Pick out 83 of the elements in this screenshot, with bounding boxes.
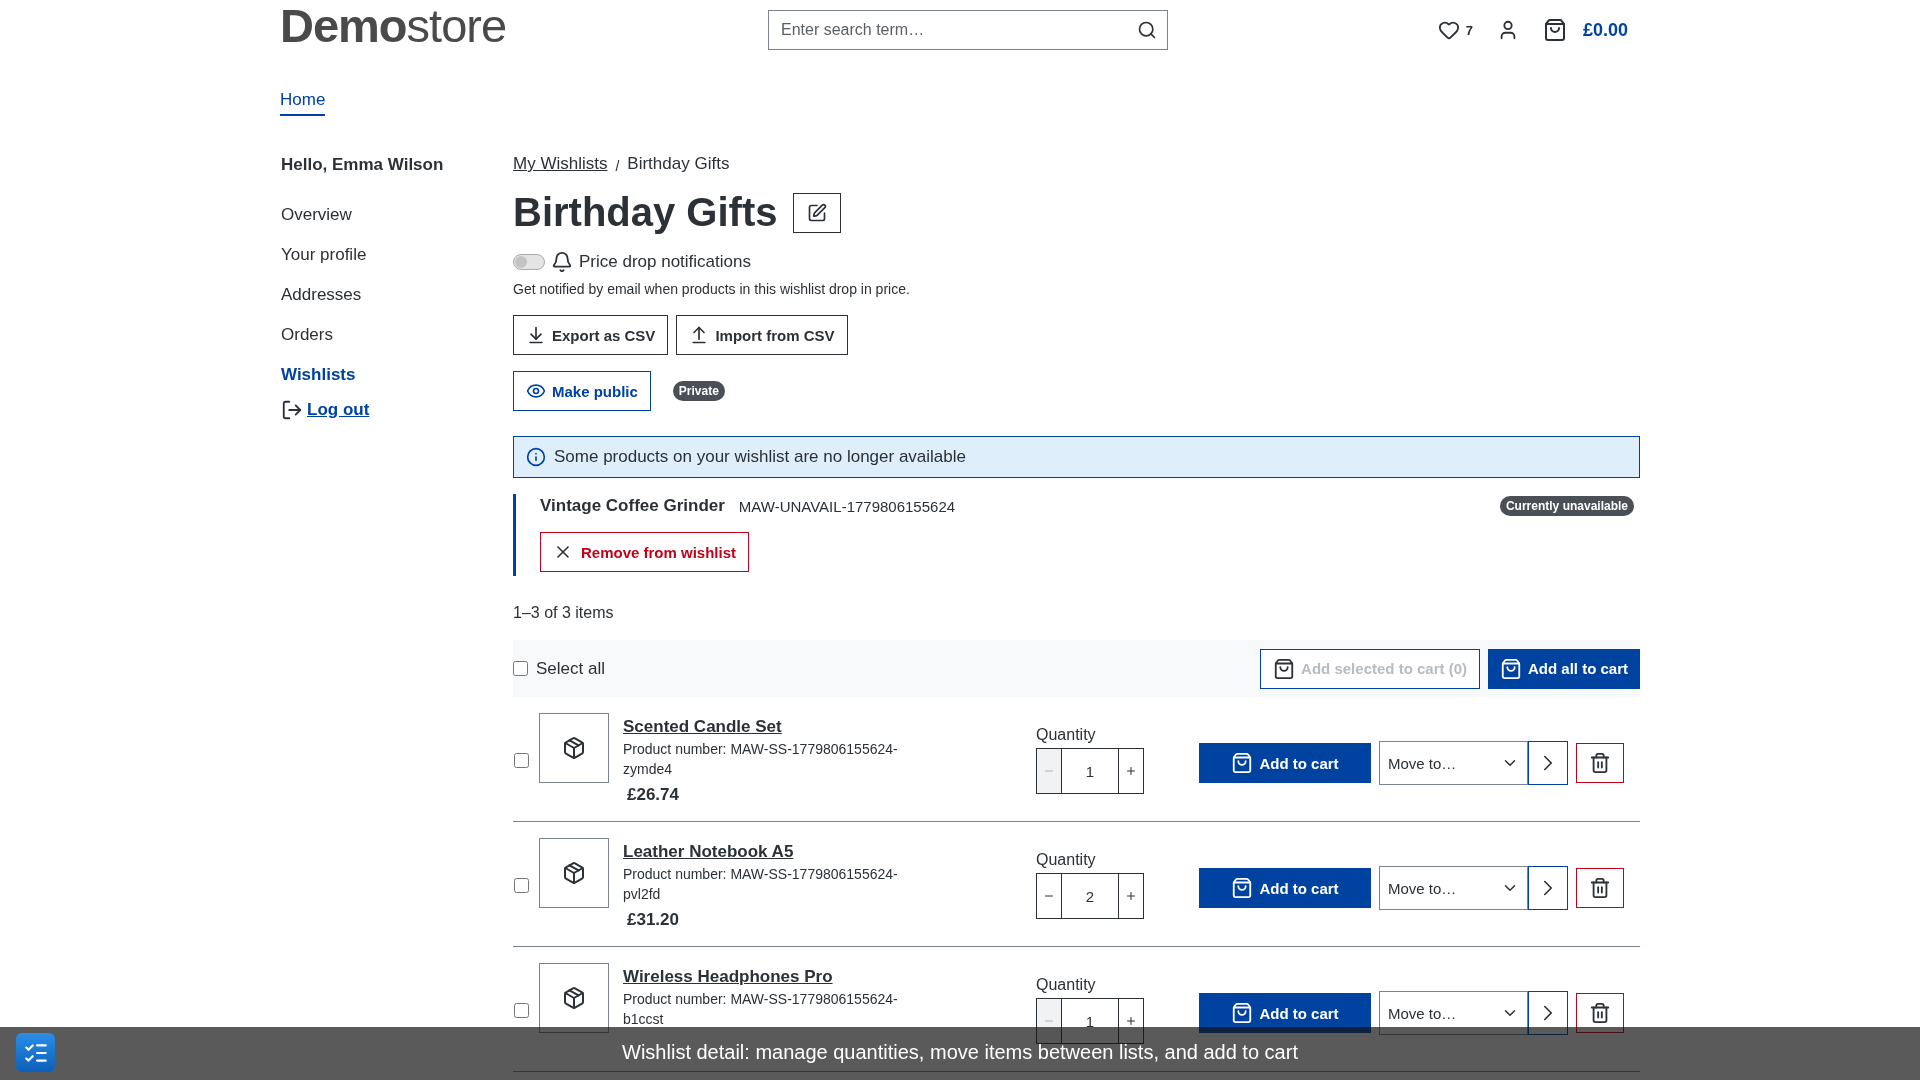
- bag-icon: [1273, 657, 1296, 680]
- notification-toggle[interactable]: [513, 254, 545, 270]
- box-icon: [562, 861, 586, 885]
- move-button[interactable]: [1528, 866, 1568, 910]
- move-button[interactable]: [1528, 741, 1568, 785]
- bag-icon: [1542, 18, 1567, 42]
- greeting: Hello, Emma Wilson: [280, 154, 445, 176]
- trash-icon: [1589, 752, 1611, 774]
- bell-icon: [551, 251, 573, 273]
- quantity-label: Quantity: [1036, 976, 1097, 994]
- search-field[interactable]: Enter search term…: [768, 10, 1168, 50]
- sidebar-item[interactable]: Your profile: [280, 235, 513, 275]
- toggle-description: Get notified by email when products in this wishlist drop in price.: [513, 281, 911, 297]
- item-checkbox[interactable]: [514, 1002, 529, 1018]
- product-number: Product number: MAW-SS-1779806155624-zymde4: [623, 740, 899, 779]
- bag-icon: [1500, 657, 1522, 680]
- sidebar-item[interactable]: Addresses: [280, 275, 513, 315]
- delete-button[interactable]: [1576, 743, 1624, 783]
- product-number: MAW-UNAVAIL-1779806155624: [738, 497, 956, 515]
- sidebar-item[interactable]: Orders: [280, 315, 513, 355]
- box-icon: [562, 736, 586, 760]
- search-icon[interactable]: [1137, 20, 1157, 40]
- select-all-label: Select all: [536, 658, 605, 679]
- sidebar-item[interactable]: Overview: [280, 195, 513, 235]
- item-count: 1–3 of 3 items: [513, 604, 615, 622]
- breadcrumb-link[interactable]: My Wishlists: [513, 154, 608, 174]
- heart-icon: [1437, 19, 1460, 41]
- visibility-badge: Private: [672, 381, 725, 401]
- delete-button[interactable]: [1576, 868, 1624, 908]
- add-all-button[interactable]: Add all to cart: [1488, 648, 1640, 689]
- product-name[interactable]: Scented Candle Set: [623, 717, 923, 737]
- plus-icon: [1125, 890, 1137, 902]
- edit-button[interactable]: [793, 192, 842, 233]
- wishlist-button[interactable]: 7: [1437, 19, 1473, 41]
- product-name[interactable]: Wireless Headphones Pro: [623, 967, 923, 987]
- remove-button[interactable]: Remove from wishlist: [540, 532, 750, 572]
- plus-icon: [1125, 765, 1137, 777]
- bag-icon: [1231, 752, 1254, 774]
- csv-button[interactable]: Import from CSV: [676, 315, 848, 355]
- add-to-cart-button[interactable]: Add to cart: [1199, 868, 1371, 908]
- make-public-button[interactable]: Make public: [513, 371, 651, 411]
- info-icon: [526, 447, 546, 467]
- quantity-field[interactable]: 2: [1061, 874, 1119, 918]
- trash-icon: [1589, 1002, 1611, 1024]
- status-badge: Currently unavailable: [1499, 496, 1634, 516]
- logout-icon: [281, 399, 303, 421]
- box-icon: [562, 986, 586, 1010]
- quantity-label: Quantity: [1036, 726, 1097, 744]
- product-number: Product number: MAW-SS-1779806155624-b1ccst: [623, 990, 899, 1029]
- item-checkbox[interactable]: [514, 752, 529, 768]
- product-price: £26.74: [626, 785, 680, 805]
- page-title: Birthday Gifts: [513, 190, 778, 235]
- product-price: £31.20: [626, 910, 680, 930]
- breadcrumb-separator: /: [615, 158, 620, 174]
- product-number: Product number: MAW-SS-1779806155624-pvl2fd: [623, 865, 899, 904]
- nav-tab[interactable]: Home: [280, 84, 326, 116]
- toggle-label: Price drop notifications: [579, 252, 751, 272]
- plus-icon: [1125, 1015, 1137, 1027]
- pen-icon: [807, 202, 828, 223]
- move-select[interactable]: Move to…: [1379, 741, 1528, 785]
- product-name: Vintage Coffee Grinder: [540, 496, 725, 516]
- eye-icon: [526, 381, 546, 401]
- add-to-cart-button[interactable]: Add to cart: [1199, 743, 1371, 783]
- csv-button[interactable]: Export as CSV: [513, 315, 669, 355]
- quantity-label: Quantity: [1036, 851, 1097, 869]
- download-icon: [526, 325, 546, 345]
- breadcrumb-current: Birthday Gifts: [627, 154, 730, 174]
- bag-icon: [1231, 877, 1254, 899]
- trash-icon: [1589, 877, 1611, 899]
- item-checkbox[interactable]: [514, 877, 529, 893]
- logout-link[interactable]: Log out: [307, 400, 370, 420]
- select-all-checkbox[interactable]: [513, 661, 528, 676]
- quantity-stepper[interactable]: 2: [1036, 873, 1144, 919]
- alert-text: Some products on your wishlist are no longer available: [554, 447, 966, 467]
- quantity-stepper[interactable]: 1: [1036, 748, 1144, 794]
- sidebar-item[interactable]: Wishlists: [280, 355, 513, 395]
- quantity-field[interactable]: 1: [1061, 749, 1119, 793]
- store-logo[interactable]: Demostore: [280, 1, 517, 51]
- cart-button[interactable]: £0.00: [1542, 18, 1628, 42]
- product-name[interactable]: Leather Notebook A5: [623, 842, 923, 862]
- bag-icon: [1231, 1002, 1254, 1024]
- checklist-icon[interactable]: [16, 1033, 55, 1072]
- move-select[interactable]: Move to…: [1379, 866, 1528, 910]
